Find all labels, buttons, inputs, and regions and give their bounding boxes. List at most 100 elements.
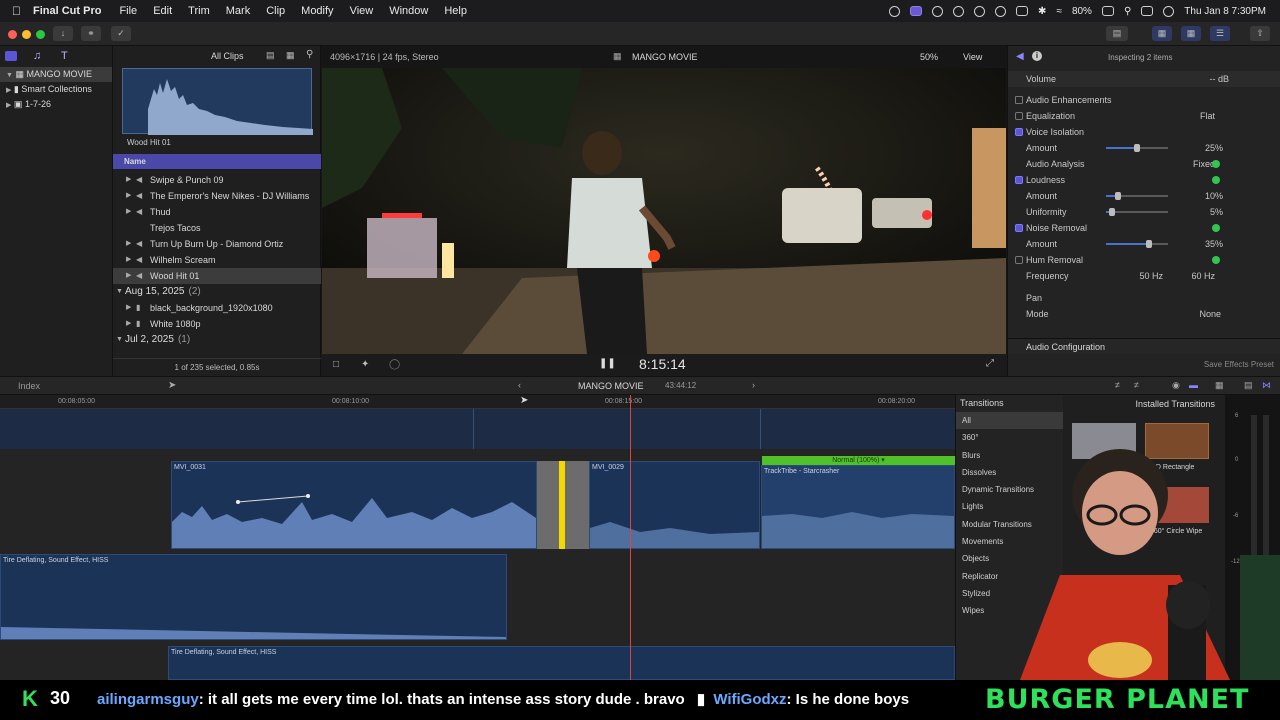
menu-mark[interactable]: Mark [226,5,250,17]
apple-menu-icon[interactable]:  [12,4,21,18]
menu-trim[interactable]: Trim [188,5,210,17]
disclosure-icon[interactable]: ▶ [126,188,131,204]
checkbox[interactable] [1015,176,1023,184]
libraries-icon[interactable] [5,51,17,61]
connected-storyline[interactable] [0,409,955,449]
transform-icon[interactable]: □ [333,359,339,370]
headphones-icon[interactable]: ◉ [1172,380,1180,391]
save-preset-button[interactable]: Save Effects Preset [1204,360,1274,369]
clock[interactable]: Thu Jan 8 7:30PM [1184,6,1266,17]
category-all[interactable]: All [956,412,1063,430]
workspace-icon[interactable]: ▤ [1106,26,1128,41]
list-item[interactable]: ▶ ▮ White 1080p [113,316,321,332]
inspector-value[interactable]: 35 [1205,236,1215,252]
siri-icon[interactable] [1163,5,1175,17]
close-window-button[interactable] [8,30,17,39]
disclosure-icon[interactable]: ▶ [126,204,131,220]
audio-thumbnail[interactable] [122,68,313,135]
enhance-icon[interactable]: ✦ [361,359,369,370]
disclosure-icon[interactable]: ▶ [126,316,131,332]
transitions-browser-icon[interactable]: ⋈ [1262,380,1271,391]
video-frame[interactable] [322,68,1006,354]
minimize-window-button[interactable] [22,30,31,39]
effects-browser-icon[interactable]: ▤ [1244,380,1253,391]
zoom-menu[interactable]: 50% [920,52,938,62]
keywords-icon[interactable]: ⚭ [81,26,101,41]
index-button[interactable]: Index [18,381,40,391]
import-icon[interactable]: ↓ [53,26,73,41]
snapping-icon[interactable]: ≠ [1115,380,1120,390]
filmstrip-view-icon[interactable]: ▤ [266,50,275,61]
checkbox[interactable] [1015,112,1023,120]
spotlight-icon[interactable]: ⚲ [1124,6,1131,17]
list-view-icon[interactable]: ▦ [286,50,295,61]
inspector-value[interactable]: 60 Hz [1191,268,1215,284]
inspector-value[interactable]: 10 [1205,188,1215,204]
section-header[interactable]: Audio Enhancements [1008,92,1280,108]
checkbox[interactable] [1015,128,1023,136]
disclosure-icon[interactable]: ▶ [126,268,131,284]
disclosure-icon[interactable]: ▶ [126,236,131,252]
disclosure-icon[interactable]: ▼ [116,284,123,300]
checkbox[interactable] [1015,256,1023,264]
menu-modify[interactable]: Modify [301,5,333,17]
photos-audio-icon[interactable]: ♫ [33,50,41,62]
audio-config-header[interactable]: Audio Configuration [1008,338,1280,354]
list-item[interactable]: ▶ ▮ black_background_1920x1080 [113,300,321,316]
menu-file[interactable]: File [119,5,137,17]
select-tool-icon[interactable]: ➤ [168,380,176,391]
amount-slider[interactable] [1106,240,1168,248]
amount-slider[interactable] [1106,208,1168,216]
volume-value[interactable]: -- dB [1209,71,1229,87]
app-menu[interactable]: Final Cut Pro [33,5,101,17]
disclosure-icon[interactable]: ▶ [126,172,131,188]
inspector-toggle-icon[interactable]: ☰ [1210,26,1230,41]
disclosure-icon[interactable]: ▼ [116,332,123,348]
amount-slider[interactable] [1106,192,1168,200]
audio-inspector-icon[interactable]: ◀ [1016,51,1024,62]
date-group-header[interactable]: ▼ Jul 2, 2025 (1) [113,332,321,348]
library-item-mango-movie[interactable]: ▼ ▦ MANGO MOVIE [0,67,112,82]
timeline-clip[interactable]: Tire Deflating, Sound Effect, HISS [0,554,507,640]
timeline-clip[interactable]: MVI_0031 [171,461,537,549]
fullscreen-icon[interactable]: ⤢ [986,358,994,369]
timeline-toggle-icon[interactable]: ▦ [1181,26,1201,41]
playhead[interactable] [630,395,631,680]
installed-transitions-menu[interactable]: Installed Transitions [1135,399,1215,409]
timeline-clip[interactable]: Tire Deflating, Sound Effect, HISS [168,646,955,680]
list-item[interactable]: Trejos Tacos [113,220,321,236]
menu-edit[interactable]: Edit [153,5,172,17]
play-pause-icon[interactable]: ❚❚ [599,358,616,369]
forward-icon[interactable]: › [752,380,755,390]
creative-cloud-icon[interactable] [889,5,901,17]
retime-badge[interactable]: Normal (100%) ▾ [762,456,955,465]
titles-generators-icon[interactable]: T [61,50,68,62]
menu-view[interactable]: View [350,5,374,17]
menu-help[interactable]: Help [444,5,467,17]
clip-appearance-icon[interactable]: ▦ [1215,380,1224,391]
play-icon[interactable] [974,5,986,17]
timeline-ruler[interactable]: 00:08:05:00 00:08:10:00 00:08:15:00 00:0… [0,395,955,409]
menu-window[interactable]: Window [389,5,428,17]
menu-extra-icon[interactable] [953,5,965,17]
background-tasks-icon[interactable]: ✓ [111,26,131,41]
list-item[interactable]: ▶ ◀ Turn Up Burn Up - Diamond Ortiz [113,236,321,252]
speed-icon[interactable]: ◯ [389,359,400,370]
library-item-smart-collections[interactable]: ▶ ▮ Smart Collections [0,82,112,97]
solo-icon[interactable]: ▬ [1189,380,1198,390]
share-icon[interactable]: ⇧ [1250,26,1270,41]
display-icon[interactable] [1016,6,1029,16]
list-item[interactable]: ▶ ◀ The Emperor's New Nikes - DJ Williams [113,188,321,204]
menu-clip[interactable]: Clip [266,5,285,17]
disclosure-icon[interactable]: ▶ [126,252,131,268]
bluetooth-icon[interactable]: ✱ [1038,6,1046,17]
name-column-header[interactable]: Name [113,154,321,169]
control-center-icon[interactable] [1141,6,1154,16]
screen-share-icon[interactable] [910,6,923,16]
inspector-value[interactable]: 25 [1205,140,1215,156]
disclosure-icon[interactable]: ▶ [126,300,131,316]
list-item[interactable]: ▶ ◀ Thud [113,204,321,220]
inspector-value[interactable]: 50 Hz [1139,268,1163,284]
battery-icon[interactable] [1101,6,1114,16]
list-item[interactable]: ▶ ◀ Swipe & Punch 09 [113,172,321,188]
